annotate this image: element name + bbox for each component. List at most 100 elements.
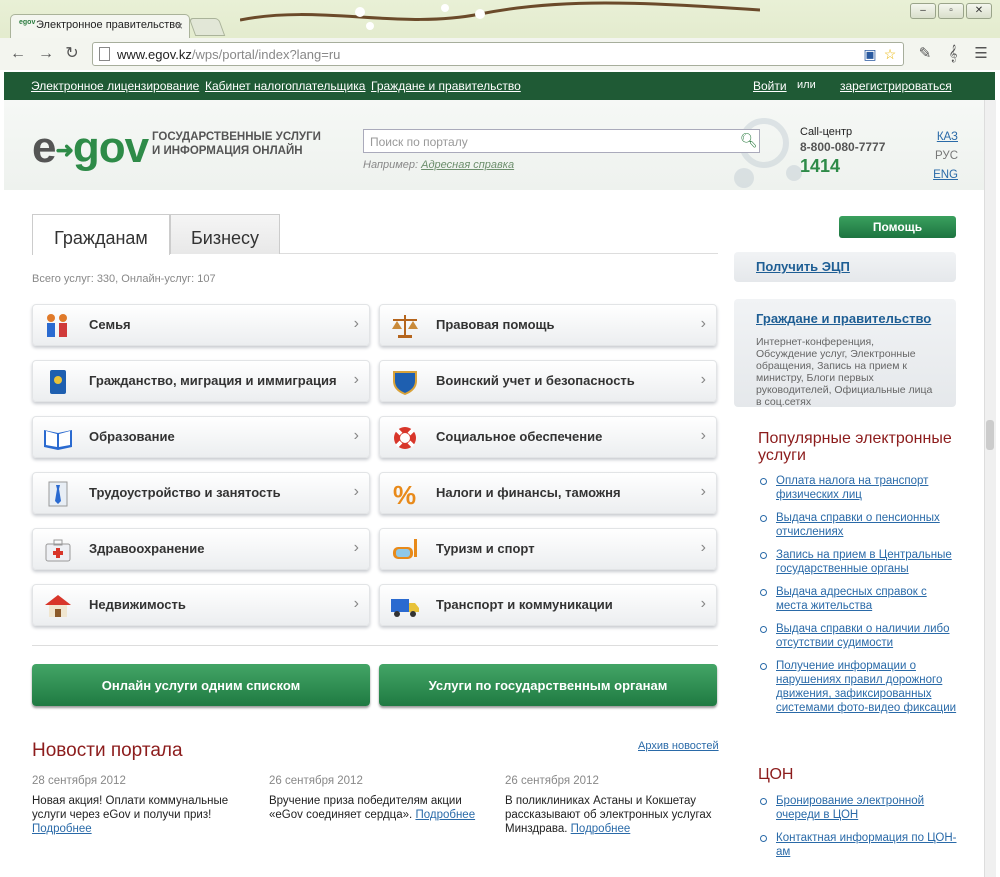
citizens-gov-link[interactable]: Граждане и правительство bbox=[756, 311, 931, 326]
news-item: 26 сентября 2012 Вручение приза победите… bbox=[269, 774, 489, 822]
con-link[interactable]: Контактная информация по ЦОН-ам bbox=[776, 832, 957, 858]
close-tab-icon[interactable]: × bbox=[176, 19, 183, 33]
site-topbar: Электронное лицензирование Кабинет налог… bbox=[4, 72, 995, 100]
register-link[interactable]: зарегистрироваться bbox=[840, 79, 952, 93]
login-link[interactable]: Войти bbox=[753, 79, 787, 93]
help-button[interactable]: Помощь bbox=[839, 216, 956, 238]
tagline: Государственные услуги и информация онла… bbox=[152, 131, 321, 157]
pen-icon[interactable]: ✎ bbox=[914, 44, 936, 64]
category-label: Образование bbox=[89, 429, 175, 444]
scales-icon bbox=[392, 315, 418, 338]
music-icon[interactable]: 𝄞 bbox=[942, 45, 964, 65]
popular-service-link[interactable]: Выдача адресных справок с места жительст… bbox=[776, 586, 927, 612]
popular-service-link[interactable]: Получение информации о нарушениях правил… bbox=[776, 660, 956, 714]
blossom-branch-decoration bbox=[240, 1, 760, 30]
category-label: Гражданство, миграция и иммиграция bbox=[89, 373, 337, 388]
service-counts: Всего услуг: 330, Онлайн-услуг: 107 bbox=[32, 273, 216, 285]
egov-favicon-icon: egov bbox=[19, 19, 36, 27]
page-scrollbar[interactable] bbox=[984, 100, 996, 877]
news-more-link[interactable]: Подробнее bbox=[571, 823, 631, 835]
chevron-right-icon: › bbox=[700, 483, 706, 500]
list-item: Контактная информация по ЦОН-ам bbox=[758, 831, 958, 859]
minimize-icon[interactable]: – bbox=[910, 3, 936, 19]
chevron-right-icon: › bbox=[700, 539, 706, 556]
scrollbar-thumb[interactable] bbox=[986, 420, 994, 450]
chevron-right-icon: › bbox=[353, 427, 359, 444]
news-archive-link[interactable]: Архив новостей bbox=[638, 740, 719, 752]
url-host: www.egov.kz bbox=[117, 47, 192, 62]
search-example: Например: Адресная справка bbox=[363, 159, 514, 171]
nav-link-taxpayer[interactable]: Кабинет налогоплательщика bbox=[205, 79, 365, 93]
logo-gov: gov bbox=[72, 123, 149, 172]
popular-service-link[interactable]: Выдача справки о пенсионных отчислениях bbox=[776, 512, 940, 538]
call-short-number: 1414 bbox=[800, 156, 841, 176]
nav-link-licensing[interactable]: Электронное лицензирование bbox=[31, 79, 199, 93]
omnibox-icons: ▣ ☆ bbox=[859, 45, 899, 63]
logo-arrow-icon: ➜ bbox=[55, 137, 73, 163]
category-family[interactable]: Семья › bbox=[32, 304, 370, 346]
nav-link-citizens-gov[interactable]: Граждане и правительство bbox=[371, 79, 521, 93]
online-services-list-button[interactable]: Онлайн услуги одним списком bbox=[32, 664, 370, 706]
news-date: 26 сентября 2012 bbox=[505, 775, 599, 787]
lifebuoy-icon bbox=[394, 427, 416, 449]
category-label: Здравоохранение bbox=[89, 541, 205, 556]
search-input[interactable]: Поиск по порталу bbox=[363, 129, 760, 153]
reload-icon[interactable]: ↻ bbox=[62, 44, 82, 64]
news-item: 26 сентября 2012 В поликлиниках Астаны и… bbox=[505, 774, 725, 836]
category-tourism[interactable]: Туризм и спорт › bbox=[379, 528, 717, 570]
con-list: Бронирование электронной очереди в ЦОН К… bbox=[758, 794, 958, 868]
tab-business[interactable]: Бизнесу bbox=[170, 214, 280, 254]
tab-strip: egovЭлектронное правительство × – ▫ ✕ bbox=[0, 0, 1000, 38]
chevron-right-icon: › bbox=[353, 595, 359, 612]
list-item: Выдача справки о наличии либо отсутствии… bbox=[758, 622, 958, 650]
browser-chrome: egovЭлектронное правительство × – ▫ ✕ ← → … bbox=[0, 0, 1000, 70]
house-icon bbox=[45, 595, 71, 617]
close-window-icon[interactable]: ✕ bbox=[966, 3, 992, 19]
category-education[interactable]: Образование › bbox=[32, 416, 370, 458]
category-social[interactable]: Социальное обеспечение › bbox=[379, 416, 717, 458]
category-label: Правовая помощь bbox=[436, 317, 555, 332]
wrench-icon[interactable]: ☰ bbox=[970, 44, 992, 64]
category-military[interactable]: Воинский учет и безопасность › bbox=[379, 360, 717, 402]
news-more-link[interactable]: Подробнее bbox=[415, 809, 475, 821]
popular-service-link[interactable]: Запись на прием в Центральные государств… bbox=[776, 549, 952, 575]
new-tab-button[interactable] bbox=[188, 18, 226, 36]
lang-kaz[interactable]: КАЗ bbox=[928, 128, 958, 147]
lang-rus: РУС bbox=[934, 150, 958, 162]
chevron-right-icon: › bbox=[700, 371, 706, 388]
call-label: Call-центр bbox=[800, 126, 853, 138]
category-taxes[interactable]: % Налоги и финансы, таможня › bbox=[379, 472, 717, 514]
back-icon[interactable]: ← bbox=[8, 44, 28, 64]
diving-mask-icon bbox=[393, 539, 417, 559]
services-by-agency-button[interactable]: Услуги по государственным органам bbox=[379, 664, 717, 706]
category-label: Туризм и спорт bbox=[436, 541, 535, 556]
category-label: Налоги и финансы, таможня bbox=[436, 485, 621, 500]
lang-eng[interactable]: ENG bbox=[928, 166, 958, 185]
news-text: Новая акция! Оплати коммунальные услуги … bbox=[32, 795, 229, 821]
browser-tab[interactable]: egovЭлектронное правительство × bbox=[10, 14, 190, 38]
category-citizenship[interactable]: Гражданство, миграция и иммиграция › bbox=[32, 360, 370, 402]
maximize-icon[interactable]: ▫ bbox=[938, 3, 964, 19]
forward-icon[interactable]: → bbox=[36, 44, 56, 64]
extension-icon[interactable]: ▣ bbox=[861, 45, 879, 63]
category-healthcare[interactable]: Здравоохранение › bbox=[32, 528, 370, 570]
search-icon[interactable]: 🔍︎ bbox=[740, 132, 758, 149]
popular-service-link[interactable]: Выдача справки о наличии либо отсутствии… bbox=[776, 623, 950, 649]
tab-citizens[interactable]: Гражданам bbox=[32, 214, 170, 255]
news-more-link[interactable]: Подробнее bbox=[32, 823, 92, 835]
popular-service-link[interactable]: Оплата налога на транспорт физических ли… bbox=[776, 475, 928, 501]
star-icon[interactable]: ☆ bbox=[881, 45, 899, 63]
list-item: Получение информации о нарушениях правил… bbox=[758, 659, 958, 715]
url-path: /wps/portal/index?lang=ru bbox=[191, 47, 341, 62]
category-realestate[interactable]: Недвижимость › bbox=[32, 584, 370, 626]
news-title: Новости портала bbox=[32, 740, 183, 761]
category-transport[interactable]: Транспорт и коммуникации › bbox=[379, 584, 717, 626]
category-label: Трудоустройство и занятость bbox=[89, 485, 281, 500]
egov-logo[interactable]: e➜gov bbox=[32, 123, 149, 172]
get-ecp-link[interactable]: Получить ЭЦП bbox=[756, 259, 850, 274]
example-link[interactable]: Адресная справка bbox=[421, 159, 514, 171]
con-link[interactable]: Бронирование электронной очереди в ЦОН bbox=[776, 795, 924, 821]
category-legal-aid[interactable]: Правовая помощь › bbox=[379, 304, 717, 346]
category-employment[interactable]: Трудоустройство и занятость › bbox=[32, 472, 370, 514]
address-bar[interactable]: www.egov.kz/wps/portal/index?lang=ru ▣ ☆ bbox=[92, 42, 904, 66]
